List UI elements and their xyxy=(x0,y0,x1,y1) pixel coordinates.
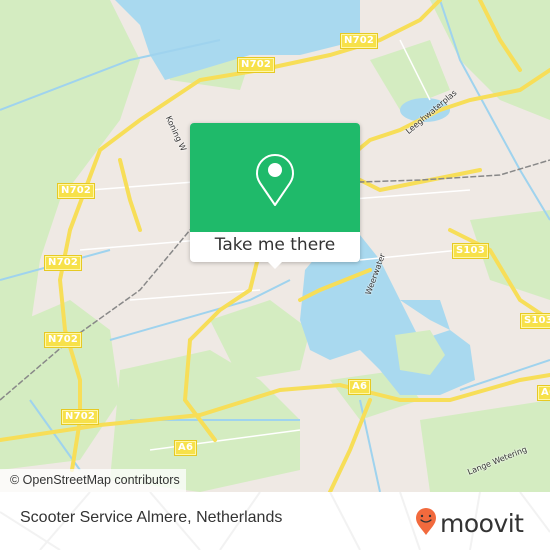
road-shield-n702: N702 xyxy=(238,58,275,72)
road-shield-a6: A6 xyxy=(175,441,197,455)
take-me-there-button[interactable]: Take me there xyxy=(190,232,360,262)
road-shield-n702: N702 xyxy=(45,256,82,270)
road-shield-n702: N702 xyxy=(62,410,99,424)
moovit-logo: moovit xyxy=(415,508,524,540)
road-shield-a6: A6 xyxy=(538,386,550,400)
place-name: Scooter Service Almere, Netherlands xyxy=(20,509,283,526)
road-shield-s103: S103 xyxy=(453,244,488,258)
road-shield-n702: N702 xyxy=(58,184,95,198)
moovit-wordmark: moovit xyxy=(440,509,524,538)
map-attribution[interactable]: © OpenStreetMap contributors xyxy=(0,469,186,492)
location-popup: Take me there xyxy=(190,123,360,269)
road-shield-a6: A6 xyxy=(349,380,371,394)
road-shield-n702: N702 xyxy=(45,333,82,347)
map-view[interactable]: N702 N702 N702 N702 N702 N702 S103 S103 … xyxy=(0,0,550,492)
popup-header xyxy=(190,123,360,232)
popup-pointer xyxy=(266,260,284,269)
footer: Scooter Service Almere, Netherlands moov… xyxy=(0,492,550,550)
road-shield-n702: N702 xyxy=(341,34,378,48)
road-shield-s103: S103 xyxy=(521,314,550,328)
moovit-pin-icon xyxy=(415,508,437,540)
